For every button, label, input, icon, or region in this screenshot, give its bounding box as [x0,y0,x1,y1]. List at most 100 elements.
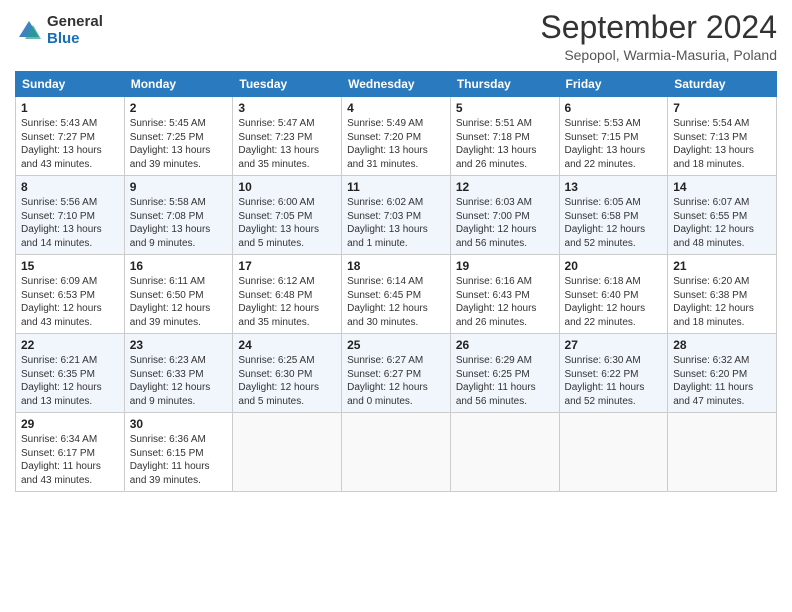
day-info: Sunrise: 6:18 AM Sunset: 6:40 PM Dayligh… [565,275,663,329]
day-info: Sunrise: 5:58 AM Sunset: 7:08 PM Dayligh… [130,196,228,250]
week-row-5: 29 Sunrise: 6:34 AM Sunset: 6:17 PM Dayli… [16,413,777,492]
calendar-cell: 11 Sunrise: 6:02 AM Sunset: 7:03 PM Dayli… [342,176,451,255]
day-number: 12 [456,180,554,194]
calendar-cell: 3Sunrise: 5:47 AM Sunset: 7:23 PM Daylig… [233,97,342,176]
weekday-header-saturday: Saturday [668,72,777,97]
weekday-header-monday: Monday [124,72,233,97]
day-number: 22 [21,338,119,352]
calendar-cell: 6 Sunrise: 5:53 AM Sunset: 7:15 PM Daylig… [559,97,668,176]
calendar-cell [559,413,668,492]
logo-blue: Blue [47,31,103,48]
calendar-cell: 22 Sunrise: 6:21 AM Sunset: 6:35 PM Dayli… [16,334,125,413]
day-number: 5 [456,101,554,115]
calendar-cell [233,413,342,492]
day-info: Sunrise: 6:14 AM Sunset: 6:45 PM Dayligh… [347,275,445,329]
calendar-cell: 29 Sunrise: 6:34 AM Sunset: 6:17 PM Dayli… [16,413,125,492]
day-info: Sunrise: 5:56 AM Sunset: 7:10 PM Dayligh… [21,196,119,250]
calendar-cell: 16 Sunrise: 6:11 AM Sunset: 6:50 PM Dayli… [124,255,233,334]
calendar-cell: 19 Sunrise: 6:16 AM Sunset: 6:43 PM Dayli… [450,255,559,334]
calendar-cell: 27Sunrise: 6:30 AM Sunset: 6:22 PM Dayli… [559,334,668,413]
weekday-header-thursday: Thursday [450,72,559,97]
day-number: 25 [347,338,445,352]
day-number: 1 [21,101,119,115]
day-number: 17 [238,259,336,273]
week-row-2: 8 Sunrise: 5:56 AM Sunset: 7:10 PM Daylig… [16,176,777,255]
day-number: 23 [130,338,228,352]
day-number: 19 [456,259,554,273]
day-info: Sunrise: 6:21 AM Sunset: 6:35 PM Dayligh… [21,354,119,408]
weekday-header-wednesday: Wednesday [342,72,451,97]
calendar-cell: 28 Sunrise: 6:32 AM Sunset: 6:20 PM Dayli… [668,334,777,413]
week-row-1: 1 Sunrise: 5:43 AM Sunset: 7:27 PM Daylig… [16,97,777,176]
calendar-cell [450,413,559,492]
day-number: 14 [673,180,771,194]
calendar-cell: 2Sunrise: 5:45 AM Sunset: 7:25 PM Daylig… [124,97,233,176]
day-number: 9 [130,180,228,194]
week-row-3: 15 Sunrise: 6:09 AM Sunset: 6:53 PM Dayli… [16,255,777,334]
day-info: Sunrise: 5:43 AM Sunset: 7:27 PM Dayligh… [21,117,119,171]
calendar-cell: 18 Sunrise: 6:14 AM Sunset: 6:45 PM Dayli… [342,255,451,334]
day-info: Sunrise: 6:02 AM Sunset: 7:03 PM Dayligh… [347,196,445,250]
title-block: September 2024 Sepopol, Warmia-Masuria, … [540,10,777,63]
day-info: Sunrise: 6:23 AM Sunset: 6:33 PM Dayligh… [130,354,228,408]
day-number: 27 [565,338,663,352]
calendar-cell: 10Sunrise: 6:00 AM Sunset: 7:05 PM Dayli… [233,176,342,255]
calendar-cell: 12 Sunrise: 6:03 AM Sunset: 7:00 PM Dayli… [450,176,559,255]
day-info: Sunrise: 6:11 AM Sunset: 6:50 PM Dayligh… [130,275,228,329]
logo: General Blue [15,14,103,47]
calendar-table: SundayMondayTuesdayWednesdayThursdayFrid… [15,71,777,492]
day-number: 29 [21,417,119,431]
calendar-cell: 9 Sunrise: 5:58 AM Sunset: 7:08 PM Daylig… [124,176,233,255]
calendar-cell: 26Sunrise: 6:29 AM Sunset: 6:25 PM Dayli… [450,334,559,413]
day-number: 3 [238,101,336,115]
logo-general: General [47,14,103,31]
calendar-cell: 24Sunrise: 6:25 AM Sunset: 6:30 PM Dayli… [233,334,342,413]
calendar-cell: 30 Sunrise: 6:36 AM Sunset: 6:15 PM Dayli… [124,413,233,492]
day-info: Sunrise: 5:53 AM Sunset: 7:15 PM Dayligh… [565,117,663,171]
calendar-cell: 5 Sunrise: 5:51 AM Sunset: 7:18 PM Daylig… [450,97,559,176]
day-number: 6 [565,101,663,115]
calendar-cell: 21Sunrise: 6:20 AM Sunset: 6:38 PM Dayli… [668,255,777,334]
day-number: 16 [130,259,228,273]
day-number: 8 [21,180,119,194]
day-number: 30 [130,417,228,431]
weekday-header-tuesday: Tuesday [233,72,342,97]
day-info: Sunrise: 6:16 AM Sunset: 6:43 PM Dayligh… [456,275,554,329]
day-number: 20 [565,259,663,273]
day-number: 4 [347,101,445,115]
day-number: 11 [347,180,445,194]
day-number: 28 [673,338,771,352]
day-number: 24 [238,338,336,352]
calendar-cell: 8 Sunrise: 5:56 AM Sunset: 7:10 PM Daylig… [16,176,125,255]
day-info: Sunrise: 6:27 AM Sunset: 6:27 PM Dayligh… [347,354,445,408]
day-info: Sunrise: 5:49 AM Sunset: 7:20 PM Dayligh… [347,117,445,171]
calendar-cell: 23 Sunrise: 6:23 AM Sunset: 6:33 PM Dayli… [124,334,233,413]
location: Sepopol, Warmia-Masuria, Poland [540,47,777,63]
calendar-cell: 20 Sunrise: 6:18 AM Sunset: 6:40 PM Dayli… [559,255,668,334]
calendar-cell [342,413,451,492]
weekday-header-row: SundayMondayTuesdayWednesdayThursdayFrid… [16,72,777,97]
header: General Blue September 2024 Sepopol, War… [15,10,777,63]
calendar-cell: 14 Sunrise: 6:07 AM Sunset: 6:55 PM Dayli… [668,176,777,255]
day-number: 7 [673,101,771,115]
day-number: 2 [130,101,228,115]
day-info: Sunrise: 6:00 AM Sunset: 7:05 PM Dayligh… [238,196,336,250]
day-info: Sunrise: 6:12 AM Sunset: 6:48 PM Dayligh… [238,275,336,329]
day-number: 21 [673,259,771,273]
day-info: Sunrise: 6:09 AM Sunset: 6:53 PM Dayligh… [21,275,119,329]
day-info: Sunrise: 6:36 AM Sunset: 6:15 PM Dayligh… [130,433,228,487]
day-number: 15 [21,259,119,273]
calendar-cell: 15 Sunrise: 6:09 AM Sunset: 6:53 PM Dayli… [16,255,125,334]
day-info: Sunrise: 6:32 AM Sunset: 6:20 PM Dayligh… [673,354,771,408]
week-row-4: 22 Sunrise: 6:21 AM Sunset: 6:35 PM Dayli… [16,334,777,413]
day-info: Sunrise: 6:03 AM Sunset: 7:00 PM Dayligh… [456,196,554,250]
day-info: Sunrise: 6:07 AM Sunset: 6:55 PM Dayligh… [673,196,771,250]
day-number: 13 [565,180,663,194]
day-number: 18 [347,259,445,273]
day-info: Sunrise: 5:54 AM Sunset: 7:13 PM Dayligh… [673,117,771,171]
calendar-cell [668,413,777,492]
weekday-header-sunday: Sunday [16,72,125,97]
calendar-cell: 17 Sunrise: 6:12 AM Sunset: 6:48 PM Dayli… [233,255,342,334]
day-info: Sunrise: 6:34 AM Sunset: 6:17 PM Dayligh… [21,433,119,487]
day-info: Sunrise: 5:51 AM Sunset: 7:18 PM Dayligh… [456,117,554,171]
